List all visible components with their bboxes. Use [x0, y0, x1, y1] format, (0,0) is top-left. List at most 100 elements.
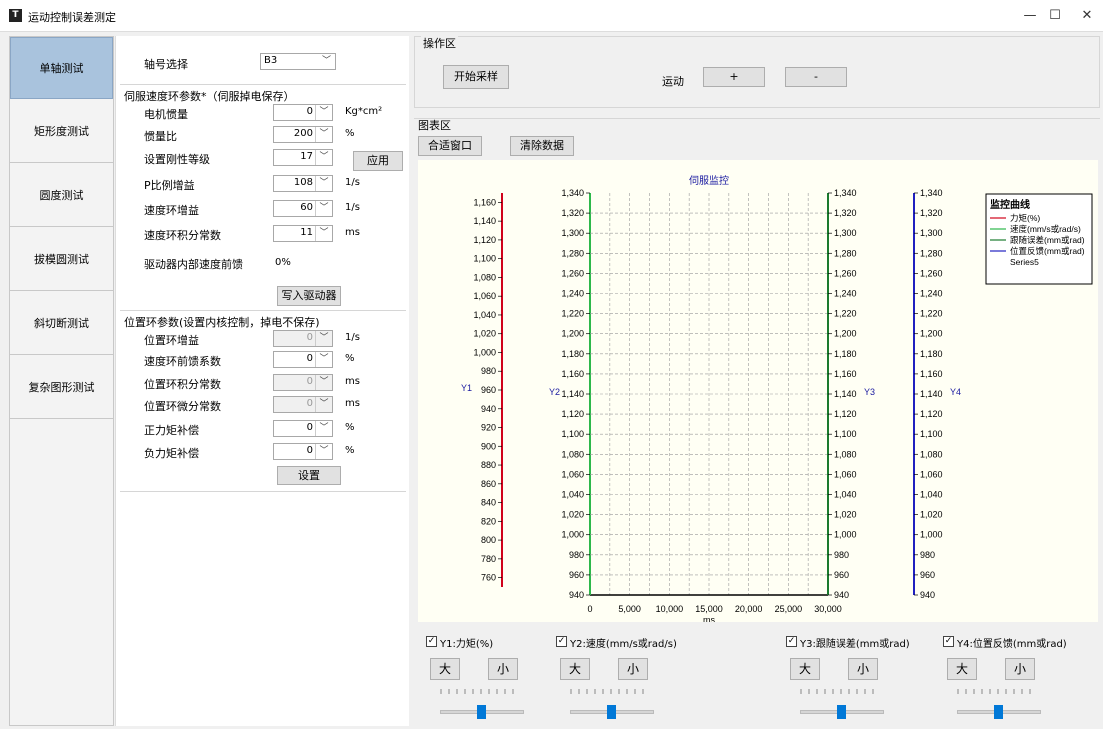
- divider: [120, 310, 406, 311]
- y-tick-label: 1,060: [834, 469, 857, 479]
- y-tick-label: 1,200: [920, 329, 943, 339]
- param-combo[interactable]: 0 ﹀: [273, 420, 333, 437]
- clear-data-button[interactable]: 清除数据: [510, 136, 574, 156]
- scale-up-button[interactable]: 大: [947, 658, 977, 680]
- param-label: 速度环前馈系数: [144, 355, 221, 368]
- param-label: 速度环增益: [144, 204, 199, 217]
- param-unit: %: [345, 128, 355, 139]
- chevron-down-icon: ﹀: [315, 331, 332, 346]
- slider-thumb[interactable]: [837, 705, 846, 719]
- y-tick-label: 960: [481, 385, 496, 395]
- param-combo: 0 ﹀: [273, 374, 333, 391]
- nav-complex-shape[interactable]: 复杂图形测试: [10, 357, 113, 419]
- scale-down-button[interactable]: 小: [488, 658, 518, 680]
- y-tick-label: 1,180: [920, 349, 943, 359]
- param-combo[interactable]: 0 ﹀: [273, 351, 333, 368]
- param-value: 0: [306, 332, 313, 343]
- slider-thumb[interactable]: [477, 705, 486, 719]
- maximize-button[interactable]: ☐: [1041, 4, 1069, 28]
- title-bar: T 运动控制误差测定 — ☐ ✕: [0, 0, 1103, 32]
- param-value: 0: [306, 422, 313, 433]
- checkbox[interactable]: ✓: [426, 636, 437, 647]
- y-tick-label: 1,260: [834, 268, 857, 278]
- apply-button[interactable]: 应用: [353, 151, 403, 171]
- servo-monitor-chart[interactable]: 伺服监控 0 5,000 10,000 15,000 20,000 25,000 30,000…: [418, 160, 1098, 622]
- param-value: 0: [306, 445, 313, 456]
- y-tick-label: 880: [481, 460, 496, 470]
- param-combo[interactable]: 60 ﹀: [273, 200, 333, 217]
- nav-draft-circle[interactable]: 拔模圆测试: [10, 229, 113, 291]
- y-tick-label: 1,100: [834, 429, 857, 439]
- y-tick-label: 960: [920, 570, 935, 580]
- slider-thumb[interactable]: [607, 705, 616, 719]
- y-tick-label: 960: [569, 570, 584, 580]
- x-tick-label: 30,000: [814, 604, 842, 614]
- close-button[interactable]: ✕: [1073, 4, 1101, 28]
- param-combo[interactable]: 11 ﹀: [273, 225, 333, 242]
- nav-single-axis[interactable]: 单轴测试: [10, 37, 113, 99]
- y-tick-label: 1,200: [561, 329, 584, 339]
- y-tick-label: 1,120: [920, 409, 943, 419]
- param-label: 位置环积分常数: [144, 378, 221, 391]
- param-combo[interactable]: 0 ﹀: [273, 104, 333, 121]
- legend-item: 跟随误差(mm或rad): [1010, 235, 1085, 245]
- start-sampling-button[interactable]: 开始采样: [443, 65, 509, 89]
- param-combo[interactable]: 108 ﹀: [273, 175, 333, 192]
- checkbox[interactable]: ✓: [556, 636, 567, 647]
- motion-minus-button[interactable]: -: [785, 67, 847, 87]
- slider-thumb[interactable]: [994, 705, 1003, 719]
- y-tick-label: 1,220: [834, 309, 857, 319]
- motion-plus-button[interactable]: +: [703, 67, 765, 87]
- scale-down-button[interactable]: 小: [618, 658, 648, 680]
- minimize-button[interactable]: —: [1016, 4, 1044, 28]
- param-combo[interactable]: 200 ﹀: [273, 126, 333, 143]
- y-tick-label: 1,000: [920, 530, 943, 540]
- param-label: 负力矩补偿: [144, 447, 199, 460]
- x-tick-label: 0: [587, 604, 592, 614]
- axis-select[interactable]: B3 ﹀: [260, 53, 336, 70]
- param-combo[interactable]: 17 ﹀: [273, 149, 333, 166]
- y-tick-label: 980: [920, 550, 935, 560]
- y-tick-label: 1,040: [834, 490, 857, 500]
- y-tick-label: 1,280: [561, 248, 584, 258]
- y-tick-label: 940: [920, 590, 935, 600]
- scale-up-button[interactable]: 大: [560, 658, 590, 680]
- scale-up-button[interactable]: 大: [790, 658, 820, 680]
- pos-group-title: 位置环参数(设置内核控制，掉电不保存): [124, 316, 320, 329]
- param-value: 0: [306, 376, 313, 387]
- chart-group-title: 图表区: [418, 119, 451, 132]
- nav-circle[interactable]: 圆度测试: [10, 165, 113, 227]
- scale-down-button[interactable]: 小: [1005, 658, 1035, 680]
- x-tick-label: 10,000: [656, 604, 684, 614]
- param-combo[interactable]: 0 ﹀: [273, 443, 333, 460]
- set-button[interactable]: 设置: [277, 466, 341, 485]
- checkbox[interactable]: ✓: [943, 636, 954, 647]
- y-tick-label: 1,280: [834, 248, 857, 258]
- y-tick-label: 1,020: [834, 510, 857, 520]
- scale-down-button[interactable]: 小: [848, 658, 878, 680]
- y-tick-label: 800: [481, 535, 496, 545]
- scale-up-button[interactable]: 大: [430, 658, 460, 680]
- y-tick-label: 1,260: [920, 268, 943, 278]
- y-tick-label: 900: [481, 441, 496, 451]
- axis-control-1: ✓ Y1:力矩(%) 大小: [426, 632, 576, 726]
- nav-bevel-cut[interactable]: 斜切断测试: [10, 293, 113, 355]
- y-tick-label: 1,240: [561, 289, 584, 299]
- chevron-down-icon: ﹀: [315, 375, 332, 390]
- y-tick-label: 1,020: [473, 329, 496, 339]
- param-unit: Kg*cm²: [345, 106, 383, 117]
- y-tick-label: 780: [481, 554, 496, 564]
- checkbox[interactable]: ✓: [786, 636, 797, 647]
- param-value: 0: [306, 353, 313, 364]
- param-value: 200: [293, 128, 313, 139]
- motion-label: 运动: [662, 75, 684, 88]
- y-tick-label: 1,320: [561, 208, 584, 218]
- ops-title: 操作区: [421, 35, 458, 51]
- param-label: 惯量比: [144, 130, 177, 143]
- y-tick-label: 1,220: [561, 309, 584, 319]
- fit-window-button[interactable]: 合适窗口: [418, 136, 482, 156]
- ff-label: 驱动器内部速度前馈: [144, 258, 243, 271]
- nav-rectangle[interactable]: 矩形度测试: [10, 101, 113, 163]
- write-driver-button[interactable]: 写入驱动器: [277, 286, 341, 306]
- param-unit: 1/s: [345, 332, 360, 343]
